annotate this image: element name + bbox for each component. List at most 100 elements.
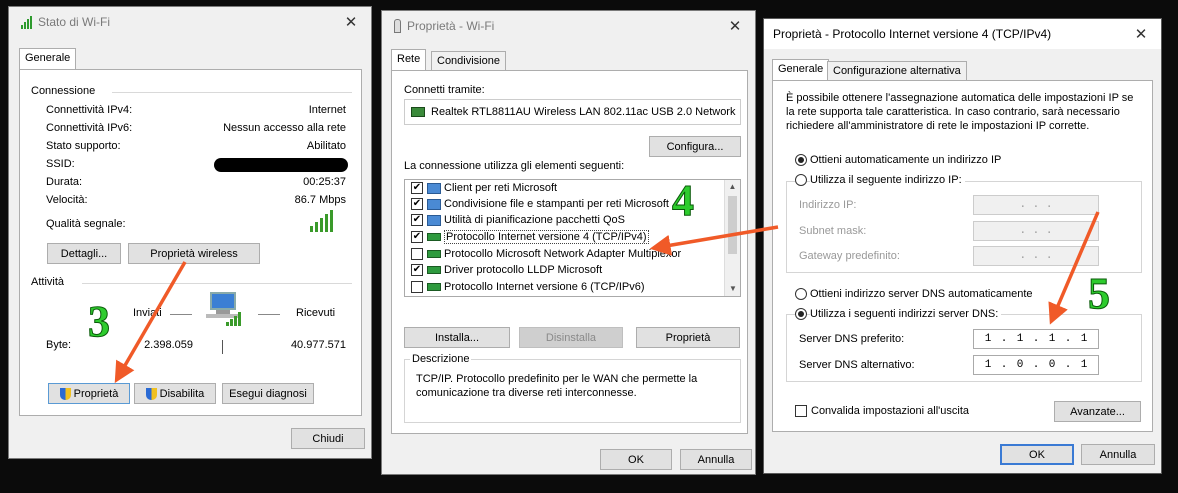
list-item-ipv4[interactable]: ✔ Protocollo Internet versione 4 (TCP/IPv… xyxy=(411,230,649,247)
received-label: Ricevuti xyxy=(296,307,336,319)
speed-value: 86.7 Mbps xyxy=(294,194,346,206)
properties-button[interactable]: Proprietà xyxy=(48,383,130,404)
item-properties-button[interactable]: Proprietà xyxy=(636,327,740,348)
ipv4-value: Internet xyxy=(308,104,346,116)
items-label: La connessione utilizza gli elementi seg… xyxy=(404,160,625,172)
network-client-icon xyxy=(427,214,441,226)
divider xyxy=(112,92,352,93)
advanced-button[interactable]: Avanzate... xyxy=(1054,401,1141,422)
wifi-properties-window: Proprietà - Wi-Fi ✕ Rete Condivisione Co… xyxy=(381,10,756,475)
diagnose-button[interactable]: Esegui diagnosi xyxy=(222,383,314,404)
auto-dns-label[interactable]: Ottieni indirizzo server DNS automaticam… xyxy=(810,288,1033,300)
list-item[interactable]: Protocollo Microsoft Network Adapter Mul… xyxy=(411,248,681,264)
wireless-properties-button[interactable]: Proprietà wireless xyxy=(128,243,260,264)
details-button[interactable]: Dettagli... xyxy=(47,243,121,264)
uninstall-button: Disinstalla xyxy=(519,327,623,348)
ip-address-input: . . . xyxy=(973,195,1099,215)
step-3-label: 3 xyxy=(88,297,111,347)
close-icon[interactable]: ✕ xyxy=(1121,19,1161,49)
protocol-icon xyxy=(427,283,441,292)
disable-button-label: Disabilita xyxy=(159,387,205,400)
tab-generale[interactable]: Generale xyxy=(19,48,77,70)
shield-icon xyxy=(145,387,157,400)
validate-checkbox[interactable] xyxy=(795,405,807,417)
tab-condivisione[interactable]: Condivisione xyxy=(431,51,506,70)
scroll-up-icon[interactable]: ▲ xyxy=(725,180,740,194)
item-label: Driver protocollo LLDP Microsoft xyxy=(444,264,603,276)
network-client-icon xyxy=(427,198,441,210)
cancel-button[interactable]: Annulla xyxy=(1081,444,1155,465)
list-item[interactable]: ✔ Condivisione file e stampanti per reti … xyxy=(411,198,669,214)
tab-configurazione-alternativa[interactable]: Configurazione alternativa xyxy=(827,61,967,80)
auto-dns-radio[interactable] xyxy=(795,288,807,300)
window-title: Stato di Wi-Fi xyxy=(38,15,111,29)
duration-label: Durata: xyxy=(46,176,83,188)
ip-address-label: Indirizzo IP: xyxy=(799,199,857,211)
protocol-icon xyxy=(427,250,441,259)
close-icon[interactable]: ✕ xyxy=(331,7,371,37)
divider xyxy=(170,314,192,315)
list-item[interactable]: ✔ Driver protocollo LLDP Microsoft xyxy=(411,264,602,280)
manual-ip-label[interactable]: Utilizza il seguente indirizzo IP: xyxy=(810,174,965,186)
wifi-status-titlebar[interactable]: Stato di Wi-Fi ✕ xyxy=(9,7,371,37)
wifi-status-panel: Connessione Connettività IPv4: Internet … xyxy=(19,69,362,416)
auto-ip-radio[interactable] xyxy=(795,154,807,166)
protocol-icon xyxy=(427,233,441,242)
manual-ip-radio[interactable] xyxy=(795,174,807,186)
ipv6-label: Connettività IPv6: xyxy=(46,122,133,134)
item-checkbox[interactable] xyxy=(411,281,423,294)
bytes-received-value: 40.977.571 xyxy=(290,339,346,351)
item-checkbox[interactable]: ✔ xyxy=(411,264,423,277)
list-item[interactable]: ✔ Client per reti Microsoft xyxy=(411,182,557,198)
item-label: Condivisione file e stampanti per reti M… xyxy=(444,198,669,210)
wifi-properties-titlebar[interactable]: Proprietà - Wi-Fi ✕ xyxy=(382,11,755,41)
ok-button[interactable]: OK xyxy=(600,449,672,470)
validate-label[interactable]: Convalida impostazioni all'uscita xyxy=(811,405,969,417)
scroll-down-icon[interactable]: ▼ xyxy=(725,282,740,296)
gateway-label: Gateway predefinito: xyxy=(799,250,900,262)
install-button[interactable]: Installa... xyxy=(404,327,510,348)
step-4-label: 4 xyxy=(672,176,695,226)
list-item[interactable]: ✔ Utilità di pianificazione pacchetti QoS xyxy=(411,214,625,230)
ipv4-label: Connettività IPv4: xyxy=(46,104,133,116)
scroll-thumb[interactable] xyxy=(728,196,737,254)
cancel-button[interactable]: Annulla xyxy=(680,449,752,470)
divider xyxy=(258,314,280,315)
item-label: Protocollo Microsoft Network Adapter Mul… xyxy=(444,248,682,260)
intro-text: È possibile ottenere l'assegnazione auto… xyxy=(786,92,1134,132)
signal-bars-icon xyxy=(310,210,333,232)
close-button[interactable]: Chiudi xyxy=(291,428,365,449)
ok-button[interactable]: OK xyxy=(1000,444,1074,465)
connect-using-label: Connetti tramite: xyxy=(404,84,485,96)
alternate-dns-input[interactable]: 1.0.0.1 xyxy=(973,355,1099,375)
ipv4-general-panel: È possibile ottenere l'assegnazione auto… xyxy=(772,80,1153,432)
tab-rete[interactable]: Rete xyxy=(391,49,427,71)
disable-button[interactable]: Disabilita xyxy=(134,383,216,404)
network-tab-panel: Connetti tramite: Realtek RTL8811AU Wire… xyxy=(391,70,748,434)
item-checkbox[interactable] xyxy=(411,248,423,261)
close-icon[interactable]: ✕ xyxy=(715,11,755,41)
list-item[interactable]: Protocollo Internet versione 6 (TCP/IPv6… xyxy=(411,281,645,296)
network-adapter-title-icon xyxy=(394,19,401,33)
description-title: Descrizione xyxy=(410,353,472,365)
tab-generale[interactable]: Generale xyxy=(772,59,830,81)
bytes-label: Byte: xyxy=(46,339,72,351)
item-checkbox[interactable]: ✔ xyxy=(411,214,423,227)
media-state-value: Abilitato xyxy=(306,140,346,152)
item-checkbox[interactable]: ✔ xyxy=(411,182,423,195)
description-text: TCP/IP. Protocollo predefinito per le WA… xyxy=(416,373,698,399)
signal-quality-label: Qualità segnale: xyxy=(46,218,126,230)
configure-button[interactable]: Configura... xyxy=(649,136,741,157)
network-card-icon xyxy=(411,107,425,117)
manual-dns-radio[interactable] xyxy=(795,308,807,320)
preferred-dns-input[interactable]: 1.1.1.1 xyxy=(973,329,1099,349)
item-checkbox[interactable]: ✔ xyxy=(411,231,423,244)
manual-dns-label[interactable]: Utilizza i seguenti indirizzi server DNS… xyxy=(810,308,1002,320)
ipv4-properties-titlebar[interactable]: Proprietà - Protocollo Internet versione… xyxy=(764,19,1161,49)
ipv4-properties-window: Proprietà - Protocollo Internet versione… xyxy=(763,18,1162,474)
list-scrollbar[interactable]: ▲ ▼ xyxy=(724,180,740,296)
divider xyxy=(82,283,352,284)
auto-ip-label[interactable]: Ottieni automaticamente un indirizzo IP xyxy=(810,154,1001,166)
item-checkbox[interactable]: ✔ xyxy=(411,198,423,211)
ipv6-value: Nessun accesso alla rete xyxy=(223,122,346,134)
